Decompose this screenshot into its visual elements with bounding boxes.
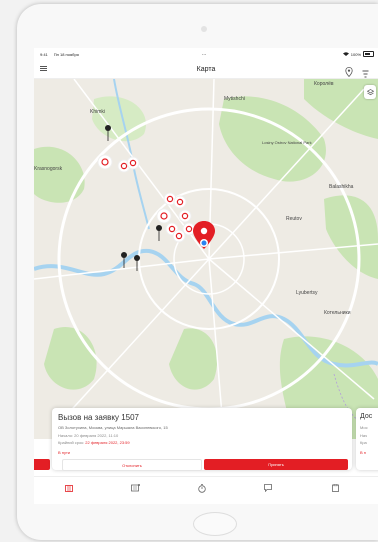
pin-white-5[interactable] (173, 195, 187, 209)
previous-card-edge[interactable] (34, 459, 50, 470)
next-card-line2: Нач (360, 433, 368, 438)
tab-map[interactable] (64, 483, 74, 493)
battery-icon (363, 51, 374, 57)
status-date: Пн 18 ноября (53, 51, 79, 57)
app-screen: 9:41 Пн 18 ноября ... 100% Карта Khimki … (34, 48, 378, 504)
nav-bar: Карта (34, 60, 378, 79)
tab-bar (34, 476, 378, 504)
label-kotelniki: Котельники (324, 310, 351, 316)
label-lyubertsy: Lyubertsy (296, 290, 318, 296)
next-card-title: Дос (360, 413, 373, 420)
menu-icon[interactable] (40, 66, 47, 71)
next-card-line3: Кра (360, 440, 367, 445)
tablet-frame: 9:41 Пн 18 ноября ... 100% Карта Khimki … (17, 4, 378, 540)
camera (201, 26, 207, 32)
accept-button[interactable]: Принять (204, 459, 348, 470)
order-card[interactable]: Вызов на заявку 1507 ОВ Золотухина, Моск… (52, 408, 352, 471)
label-balashikha: Balashikha (329, 184, 354, 190)
user-location-dot (200, 239, 208, 247)
list-icon (130, 484, 140, 492)
timer-icon (198, 483, 206, 493)
filter-icon[interactable] (362, 65, 369, 78)
pin-white-3[interactable] (126, 156, 140, 170)
label-mytishchi: Mytishchi (224, 96, 245, 102)
next-order-card[interactable]: Дос Мос Нач Кра В п (356, 408, 378, 470)
label-krasnogorsk: Krasnogorsk (34, 166, 63, 172)
tab-list[interactable] (130, 483, 140, 493)
map-canvas[interactable] (34, 79, 378, 439)
wifi-icon (342, 51, 349, 57)
clipboard-icon (331, 484, 339, 492)
page-title: Карта (196, 65, 216, 73)
pin-white-6[interactable] (156, 208, 172, 224)
order-address: ОВ Золотухина, Москва, улица Маршала Вас… (58, 425, 168, 430)
chat-icon (264, 484, 272, 492)
label-reutov: Reutov (286, 216, 302, 222)
status-center: ... (202, 51, 207, 57)
tab-timer[interactable] (197, 483, 207, 493)
deadline-date: 22 февраля 2022, 23:59 (85, 440, 130, 445)
map-icon (65, 484, 73, 492)
layers-icon (366, 88, 374, 95)
home-button[interactable] (193, 512, 237, 536)
pin-white-10[interactable] (172, 229, 186, 243)
tab-chat[interactable] (263, 483, 273, 493)
deadline-prefix: Крайний срок: (58, 440, 86, 445)
status-time: 9:41 (40, 51, 48, 57)
status-bar: 9:41 Пн 18 ноября ... 100% (34, 48, 378, 60)
location-pin-icon[interactable] (345, 64, 353, 78)
tab-clipboard[interactable] (330, 483, 340, 493)
next-card-line4: В п (360, 450, 366, 455)
order-deadline: Крайний срок: 22 февраля 2022, 23:59 (58, 440, 130, 445)
status-badge: В пути (58, 450, 71, 455)
order-start: Начало: 20 февраля 2022, 11:10 (58, 433, 119, 438)
status-signal: 100% (350, 51, 361, 57)
label-losiny-park: Losiny Ostrov National Park (262, 140, 312, 145)
label-khimki: Khimki (90, 109, 106, 115)
map-layers-button[interactable] (364, 85, 376, 99)
order-title: Вызов на заявку 1507 (58, 413, 139, 422)
label-korolyov: Королёв (314, 81, 334, 87)
pin-white-1[interactable] (97, 154, 113, 170)
pin-white-7[interactable] (178, 209, 192, 223)
reject-button[interactable]: Отклонить (62, 459, 202, 471)
next-card-line1: Мос (360, 425, 368, 430)
